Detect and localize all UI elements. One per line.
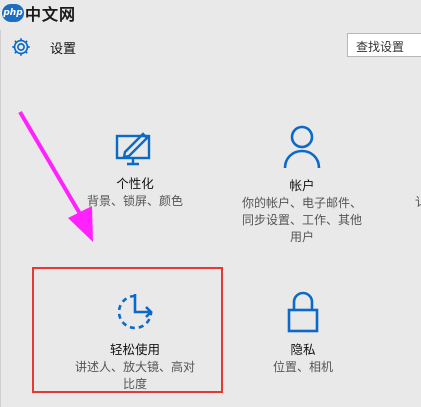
annotation-arrow-icon <box>18 110 93 242</box>
